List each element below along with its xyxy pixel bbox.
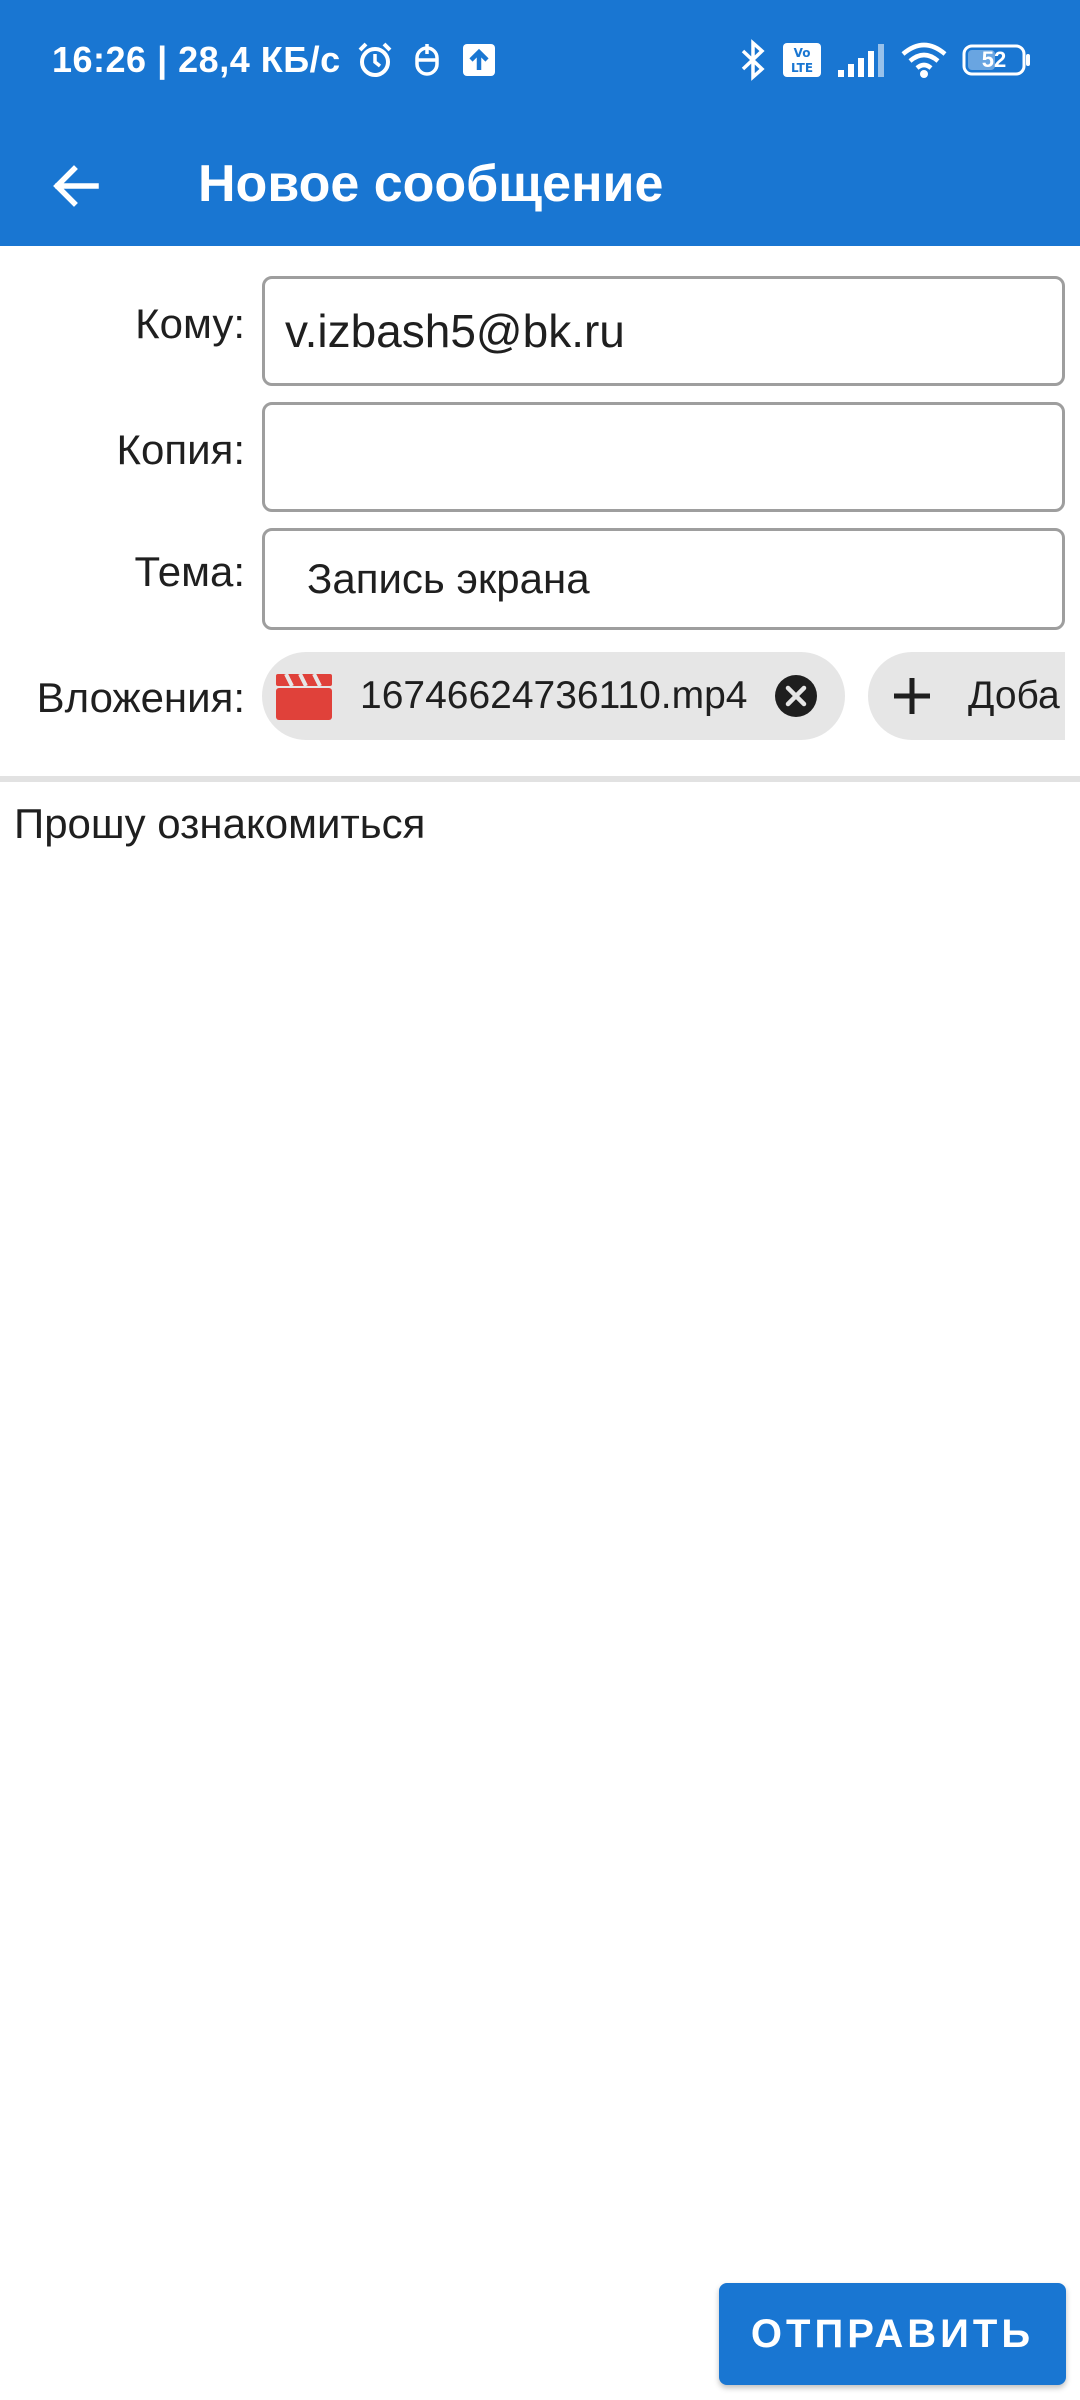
svg-text:Vo: Vo [794, 46, 811, 60]
send-button[interactable]: ОТПРАВИТЬ [719, 2283, 1066, 2385]
to-field[interactable]: v.izbash5@bk.ru [262, 276, 1065, 386]
status-bar: 16:26 | 28,4 КБ/с Vo LTE 52 [0, 0, 1080, 120]
attachment-name: 16746624736110.mp4 [360, 674, 748, 717]
plus-icon [890, 674, 934, 728]
wifi-icon [900, 41, 948, 79]
attachment-chip[interactable]: 16746624736110.mp4 [262, 652, 845, 740]
message-body[interactable]: Прошу ознакомиться [0, 782, 1080, 2262]
arrow-left-icon [53, 165, 99, 207]
status-time-speed: 16:26 | 28,4 КБ/с [52, 39, 341, 80]
volte-icon: Vo LTE [782, 42, 822, 78]
message-body-text: Прошу ознакомиться [14, 800, 426, 847]
svg-text:LTE: LTE [791, 61, 813, 75]
cc-field[interactable] [262, 402, 1065, 512]
add-attachment-chip[interactable]: Доба [868, 652, 1065, 740]
remove-attachment-button[interactable] [774, 674, 818, 728]
close-circle-icon [775, 675, 817, 717]
app-bar: 16:26 | 28,4 КБ/с Vo LTE 52 Новое сообще… [0, 0, 1080, 246]
to-value: v.izbash5@bk.ru [285, 305, 625, 357]
subject-label: Тема: [134, 548, 245, 595]
upload-icon [459, 40, 499, 80]
subject-value: Запись экрана [307, 555, 590, 602]
battery-level: 52 [981, 47, 1007, 72]
page-title: Новое сообщение [198, 155, 664, 213]
subject-field[interactable]: Запись экрана [262, 528, 1065, 630]
battery-icon: 52 [962, 43, 1032, 77]
bluetooth-icon [738, 39, 768, 81]
signal-icon [836, 42, 886, 78]
to-label: Кому: [135, 300, 245, 347]
attachments-label: Вложения: [36, 674, 245, 721]
toolbar: Новое сообщение [0, 120, 1080, 246]
add-attachment-label: Доба [968, 674, 1060, 717]
cc-label: Копия: [116, 426, 245, 473]
notification-icon [409, 40, 445, 80]
video-file-icon [276, 672, 332, 730]
alarm-icon [355, 40, 395, 80]
back-button[interactable] [30, 140, 122, 232]
add-attachment-clip: Доба [868, 652, 1065, 740]
